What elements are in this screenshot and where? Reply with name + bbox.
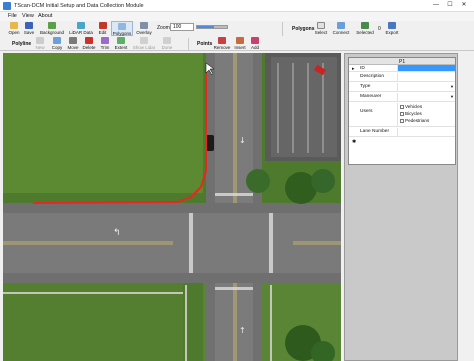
users-option-vehicles[interactable]: Vehicles <box>400 104 422 109</box>
window-title: TScan-DCM Initial Setup and Data Collect… <box>14 3 144 9</box>
users-option-bicycles[interactable]: Bicycles <box>400 111 422 116</box>
properties-grid[interactable]: P1 ▸ ID Description Type ▼ Maneuver ▼ Us… <box>348 57 456 165</box>
menu-about[interactable]: About <box>38 13 52 19</box>
copy-icon <box>53 37 61 44</box>
svg-text:↑: ↑ <box>239 326 246 335</box>
map-canvas[interactable]: ↰ ↓ ↑ <box>3 53 341 361</box>
new-polyline-button[interactable]: New <box>34 37 46 50</box>
remove-point-icon <box>218 37 226 44</box>
insert-point-button[interactable]: Insert <box>233 37 247 50</box>
new-row-icon: ✱ <box>352 139 357 145</box>
row-type[interactable]: Type ▼ <box>349 83 455 92</box>
polyline-toolbar: Polyline New Copy Move Delete Trim Exten… <box>0 37 474 51</box>
app-icon <box>3 2 11 10</box>
pencil-icon <box>98 22 107 29</box>
id-field[interactable] <box>397 65 455 71</box>
row-users[interactable]: Users Vehicles Bicycles Pedestrians <box>349 103 455 127</box>
row-maneuver[interactable]: Maneuver ▼ <box>349 93 455 102</box>
connect-icon <box>337 22 345 29</box>
polyline-group-label: Polyline <box>12 41 32 47</box>
users-checklist[interactable]: Vehicles Bicycles Pedestrians <box>397 103 455 126</box>
overlay-button[interactable]: Overlay <box>135 22 153 35</box>
show-lidar-button[interactable]: Show Lidar <box>132 37 156 50</box>
menu-view[interactable]: View <box>22 13 34 19</box>
trim-button[interactable]: Trim <box>99 37 111 50</box>
polygons-group-label: Polygons <box>292 26 315 32</box>
close-button[interactable]: ✕ <box>458 1 470 10</box>
chevron-down-icon: ▼ <box>450 94 454 99</box>
selected-count: 0 <box>378 26 381 32</box>
selection-icon <box>361 22 369 29</box>
copy-button[interactable]: Copy <box>50 37 64 50</box>
title-bar: TScan-DCM Initial Setup and Data Collect… <box>0 0 474 12</box>
maneuver-select[interactable]: ▼ <box>397 93 455 101</box>
maximize-button[interactable]: ☐ <box>444 1 456 10</box>
check-icon <box>163 37 171 44</box>
points-group-label: Points <box>197 41 213 47</box>
checkbox[interactable] <box>400 111 404 116</box>
move-icon <box>69 37 77 44</box>
toolbar-divider <box>188 38 189 50</box>
edit-button[interactable]: Edit <box>96 22 109 35</box>
zoom-input[interactable]: 100 <box>170 23 194 31</box>
insert-point-icon <box>236 37 244 44</box>
new-row[interactable]: ✱ <box>349 138 455 146</box>
checkbox[interactable] <box>400 104 404 109</box>
current-row-icon: ▸ <box>352 66 355 72</box>
zoom-slider-fill <box>197 26 214 28</box>
extent-icon <box>117 37 125 44</box>
zoom-slider[interactable] <box>196 25 228 29</box>
done-button[interactable]: Done <box>160 37 174 50</box>
open-button[interactable]: Open <box>7 22 21 35</box>
connect-button[interactable]: Connect <box>331 22 351 35</box>
lane-number-field[interactable] <box>397 128 455 136</box>
lidar-icon <box>77 22 85 29</box>
svg-text:↰: ↰ <box>113 228 121 238</box>
zoom-label: Zoom <box>157 25 170 31</box>
main-toolbar: Open Save Background LiDAR Data Edit Pol… <box>0 21 474 37</box>
row-lane-number[interactable]: Lane Number <box>349 128 455 137</box>
menu-bar: File View About <box>0 12 474 21</box>
row-id[interactable]: ▸ ID <box>349 65 455 72</box>
polygons-button[interactable]: Polygons <box>111 21 133 36</box>
layers-icon <box>140 22 148 29</box>
row-description[interactable]: Description <box>349 73 455 82</box>
delete-icon <box>85 37 93 44</box>
extent-button[interactable]: Extent <box>113 37 129 50</box>
delete-button[interactable]: Delete <box>81 37 97 50</box>
lidar-data-button[interactable]: LiDAR Data <box>68 22 94 35</box>
users-option-pedestrians[interactable]: Pedestrians <box>400 118 429 123</box>
new-icon <box>36 37 44 44</box>
add-point-icon <box>251 37 259 44</box>
scissors-icon <box>101 37 109 44</box>
remove-point-button[interactable]: Remove <box>212 37 232 50</box>
folder-icon <box>10 22 18 29</box>
properties-panel: P1 ▸ ID Description Type ▼ Maneuver ▼ Us… <box>344 53 458 361</box>
selected-button[interactable]: Selected <box>354 22 376 35</box>
type-select[interactable]: ▼ <box>397 83 455 91</box>
checkbox[interactable] <box>400 118 404 123</box>
export-button[interactable]: Export <box>384 22 400 35</box>
properties-header: P1 <box>349 58 455 65</box>
add-point-button[interactable]: Add <box>249 37 261 50</box>
image-icon <box>48 22 56 29</box>
background-button[interactable]: Background <box>38 22 66 35</box>
description-field[interactable] <box>397 73 455 81</box>
menu-file[interactable]: File <box>8 13 17 19</box>
aerial-image: ↰ ↓ ↑ <box>3 53 341 361</box>
save-button[interactable]: Save <box>22 22 36 35</box>
lidar-icon <box>140 37 148 44</box>
chevron-down-icon: ▼ <box>450 84 454 89</box>
cursor-icon <box>317 22 325 29</box>
toolbar-divider <box>282 22 283 36</box>
svg-text:↓: ↓ <box>239 136 246 145</box>
export-icon <box>388 22 396 29</box>
polygon-icon <box>118 23 126 30</box>
move-button[interactable]: Move <box>66 37 80 50</box>
select-button[interactable]: Select <box>313 22 329 35</box>
floppy-icon <box>25 22 33 29</box>
minimize-button[interactable]: — <box>430 1 442 10</box>
